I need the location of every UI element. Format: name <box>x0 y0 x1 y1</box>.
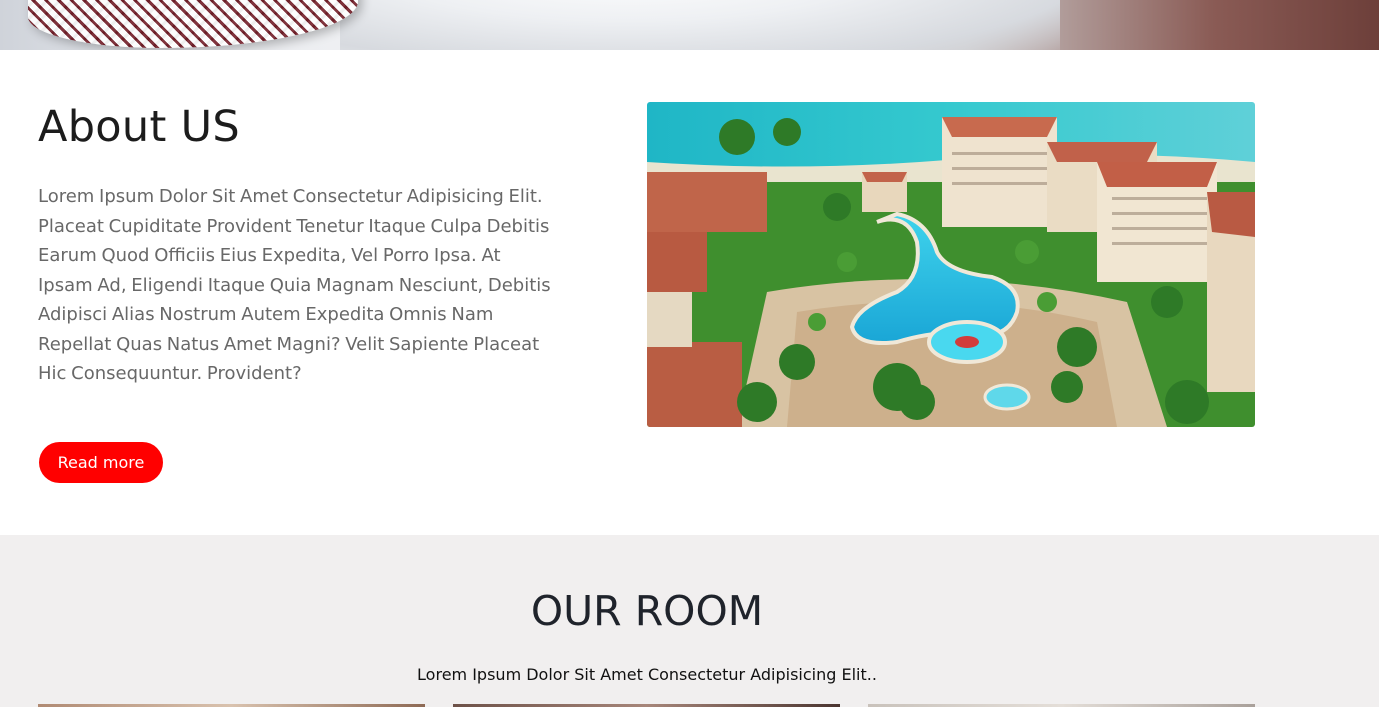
hero-bedsheet-shape <box>340 0 1060 50</box>
our-room-section: OUR ROOM Lorem Ipsum Dolor Sit Amet Cons… <box>0 535 1379 707</box>
hero-image <box>0 0 1379 50</box>
about-section: About US Lorem Ipsum Dolor Sit Amet Cons… <box>0 50 1379 535</box>
rooms-title: OUR ROOM <box>530 587 764 635</box>
read-more-button[interactable]: Read more <box>39 442 163 483</box>
about-title: About US <box>38 102 240 152</box>
about-description: Lorem Ipsum Dolor Sit Amet Consectetur A… <box>38 186 551 384</box>
resort-aerial-illustration <box>647 102 1255 427</box>
hero-pillow-shape <box>28 0 358 48</box>
resort-image <box>647 102 1255 427</box>
rooms-subtitle: Lorem Ipsum Dolor Sit Amet Consectetur A… <box>417 665 877 684</box>
